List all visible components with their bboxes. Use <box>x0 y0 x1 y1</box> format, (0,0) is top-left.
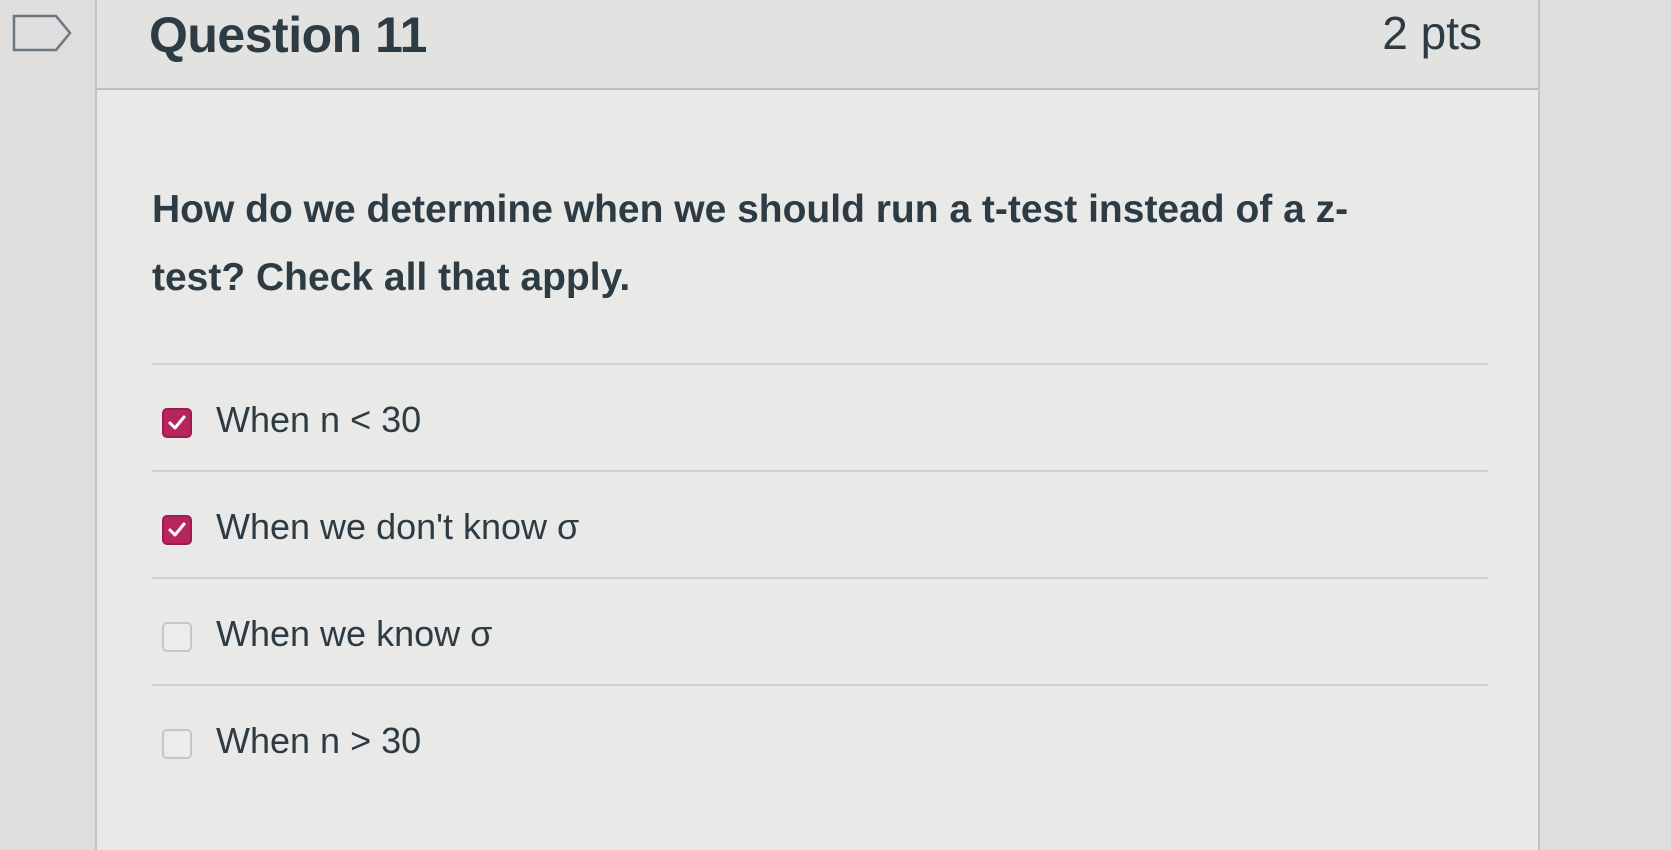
question-title: Question 11 <box>149 7 427 63</box>
answer-option[interactable]: When n < 30 <box>152 363 1488 470</box>
quiz-page: Question 11 2 pts How do we determine wh… <box>0 0 1671 850</box>
answer-checkbox[interactable] <box>162 622 192 652</box>
answer-option[interactable]: When we know σ <box>152 577 1488 684</box>
answer-label: When we know σ <box>216 613 493 654</box>
question-card: Question 11 2 pts How do we determine wh… <box>95 0 1540 850</box>
flag-question-icon[interactable] <box>12 14 72 52</box>
question-text: How do we determine when we should run a… <box>152 188 1349 299</box>
answer-list: When n < 30 When we don't know σ When we… <box>152 363 1488 791</box>
answer-checkbox[interactable] <box>162 729 192 759</box>
answer-label: When n < 30 <box>216 399 422 440</box>
answer-option[interactable]: When n > 30 <box>152 684 1488 791</box>
answer-label: When we don't know σ <box>216 506 580 547</box>
answer-checkbox[interactable] <box>162 515 192 545</box>
question-points: 2 pts <box>1382 7 1482 59</box>
answer-option[interactable]: When we don't know σ <box>152 470 1488 577</box>
checkmark-icon <box>168 415 186 430</box>
question-header: Question 11 2 pts <box>97 0 1538 90</box>
answer-checkbox[interactable] <box>162 408 192 438</box>
checkmark-icon <box>168 522 186 537</box>
answer-label: When n > 30 <box>216 720 422 761</box>
